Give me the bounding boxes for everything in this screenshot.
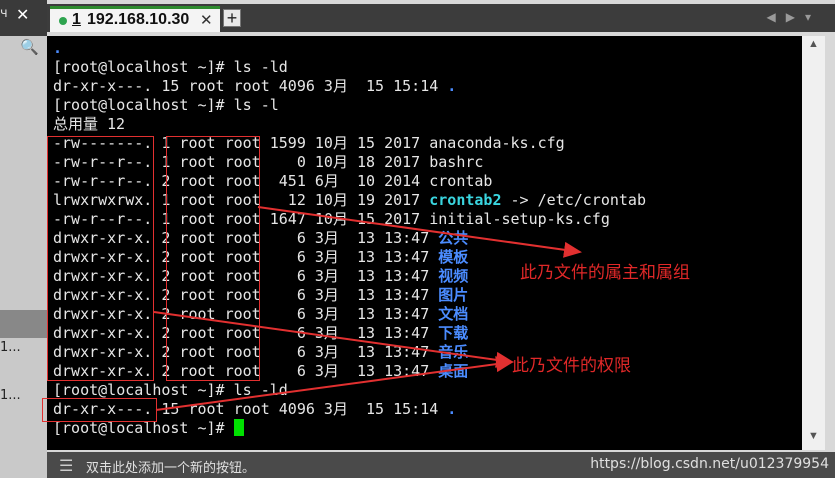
- background-window: ч ✕ 🔍 1... 1...: [0, 0, 47, 478]
- selected-row[interactable]: [0, 310, 47, 338]
- session-tab[interactable]: 1 192.168.10.30 ✕: [50, 6, 220, 32]
- owner-group-annotation: 此乃文件的属主和属组: [520, 263, 690, 283]
- scroll-up-icon[interactable]: ▲: [808, 38, 819, 50]
- watermark: https://blog.csdn.net/u012379954: [590, 456, 829, 472]
- terminal-cursor: [233, 419, 244, 436]
- filename-highlight: 图片: [438, 286, 469, 304]
- symlink-target: -> /etc/crontab: [501, 191, 646, 209]
- filename-highlight: 桌面: [438, 362, 469, 380]
- tab-navigation-icons[interactable]: ◀▶▾: [767, 10, 821, 24]
- terminal-line-text: 总用量 12: [53, 115, 126, 133]
- list-item[interactable]: 1...: [0, 340, 21, 355]
- terminal-line-text: [root@localhost ~]# ls -ld: [53, 58, 288, 76]
- permissions-highlight-box-2: [42, 398, 157, 422]
- terminal-output[interactable]: . [root@localhost ~]# ls -ld dr-xr-x---. 1…: [47, 36, 802, 450]
- filename-highlight: .: [447, 400, 457, 418]
- permissions-annotation: 此乃文件的权限: [512, 356, 631, 376]
- filename-highlight: 模板: [438, 248, 469, 266]
- permissions-highlight-box: [47, 136, 154, 381]
- filename-highlight: crontab2: [429, 191, 502, 209]
- terminal-line-text: [root@localhost ~]# ls -ld: [53, 381, 288, 399]
- terminal-line-text: [root@localhost ~]# ls -l: [53, 96, 279, 114]
- filename-highlight: 下载: [438, 324, 469, 342]
- owner-group-highlight-box: [166, 136, 260, 381]
- terminal-line: dr-xr-x---. 15 root root 4096 3月 15 15:1…: [53, 77, 456, 96]
- terminal-line: 总用量 12: [53, 115, 125, 134]
- vertical-scrollbar[interactable]: ▲ ▼: [802, 36, 825, 450]
- search-icon[interactable]: 🔍: [20, 38, 42, 58]
- filename-highlight: 公共: [438, 229, 469, 247]
- terminal-line: [root@localhost ~]# ls -l: [53, 96, 279, 115]
- connected-status-icon: [59, 17, 67, 25]
- filename-highlight: 视频: [438, 267, 469, 285]
- quick-command-bar: ☰ 双击此处添加一个新的按钮。 https://blog.csdn.net/u0…: [47, 452, 835, 478]
- filename-highlight: 音乐: [438, 343, 469, 361]
- terminal-line: .: [53, 39, 62, 58]
- list-item[interactable]: 1...: [0, 388, 21, 403]
- tab-bar: 1 192.168.10.30 ✕ + ◀▶▾: [47, 4, 835, 32]
- add-tab-button[interactable]: +: [223, 9, 241, 27]
- tab-title: 192.168.10.30: [87, 11, 190, 28]
- terminal-line-text: .: [53, 39, 63, 57]
- truncated-title: ч: [0, 6, 8, 21]
- tab-number: 1: [72, 11, 81, 28]
- hamburger-menu-icon[interactable]: ☰: [59, 456, 73, 476]
- close-tab-icon[interactable]: ✕: [200, 11, 213, 29]
- terminal-line: [root@localhost ~]# ls -ld: [53, 58, 288, 77]
- scroll-down-icon[interactable]: ▼: [808, 430, 819, 442]
- filename-highlight: 文档: [438, 305, 469, 323]
- add-button-hint[interactable]: 双击此处添加一个新的按钮。: [86, 457, 255, 476]
- close-icon[interactable]: ✕: [16, 5, 29, 25]
- filename-highlight: .: [447, 77, 457, 95]
- terminal-line-text: dr-xr-x---. 15 root root 4096 3月 15 15:1…: [53, 77, 448, 95]
